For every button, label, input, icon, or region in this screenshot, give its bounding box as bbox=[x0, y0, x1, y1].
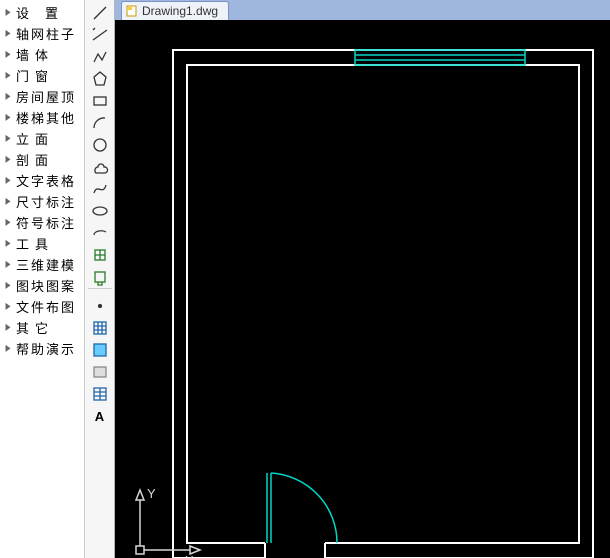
chevron-right-icon: ▸ bbox=[4, 152, 14, 167]
chevron-right-icon: ▸ bbox=[4, 320, 14, 335]
tree-item-13[interactable]: ▸图块图案 bbox=[0, 275, 84, 296]
chevron-right-icon: ▸ bbox=[4, 173, 14, 188]
dwg-file-icon bbox=[126, 5, 138, 17]
ucs-icon: Y X bbox=[136, 486, 200, 558]
tree-item-3[interactable]: ▸门窗 bbox=[0, 65, 84, 86]
line-icon[interactable] bbox=[88, 2, 112, 24]
tree-item-12[interactable]: ▸三维建模 bbox=[0, 254, 84, 275]
tree-item-label: 符号标注 bbox=[16, 213, 76, 232]
tab-label: Drawing1.dwg bbox=[142, 4, 218, 18]
tab-drawing1[interactable]: Drawing1.dwg bbox=[121, 1, 229, 20]
chevron-right-icon: ▸ bbox=[4, 299, 14, 314]
tree-item-label: 楼梯其他 bbox=[16, 108, 76, 127]
tree-item-5[interactable]: ▸楼梯其他 bbox=[0, 107, 84, 128]
tree-item-label: 立面 bbox=[16, 129, 54, 148]
chevron-right-icon: ▸ bbox=[4, 110, 14, 125]
insert-block-icon[interactable] bbox=[88, 244, 112, 266]
hatch-icon[interactable] bbox=[88, 317, 112, 339]
tree-item-label: 轴网柱子 bbox=[16, 24, 76, 43]
tree-item-15[interactable]: ▸其它 bbox=[0, 317, 84, 338]
polyline-icon[interactable] bbox=[88, 46, 112, 68]
model-viewport[interactable]: Y X bbox=[115, 20, 610, 558]
tree-item-label: 文字表格 bbox=[16, 171, 76, 190]
tree-item-label: 三维建模 bbox=[16, 255, 76, 274]
tree-item-label: 帮助演示 bbox=[16, 339, 76, 358]
xline-icon[interactable] bbox=[88, 24, 112, 46]
point-icon[interactable] bbox=[88, 295, 112, 317]
text-icon[interactable]: A bbox=[88, 405, 112, 427]
revcloud-icon[interactable] bbox=[88, 156, 112, 178]
rect-icon[interactable] bbox=[88, 90, 112, 112]
chevron-right-icon: ▸ bbox=[4, 131, 14, 146]
chevron-right-icon: ▸ bbox=[4, 341, 14, 356]
chevron-right-icon: ▸ bbox=[4, 236, 14, 251]
tree-item-9[interactable]: ▸尺寸标注 bbox=[0, 191, 84, 212]
window bbox=[355, 50, 525, 65]
tree-item-11[interactable]: ▸工具 bbox=[0, 233, 84, 254]
polygon-icon[interactable] bbox=[88, 68, 112, 90]
tree-item-6[interactable]: ▸立面 bbox=[0, 128, 84, 149]
tree-item-label: 剖面 bbox=[16, 150, 54, 169]
circle-icon[interactable] bbox=[88, 134, 112, 156]
svg-text:X: X bbox=[185, 553, 194, 558]
arc-icon[interactable] bbox=[88, 112, 112, 134]
draw-toolbar: A bbox=[85, 0, 115, 558]
chevron-right-icon: ▸ bbox=[4, 5, 14, 20]
ellipse-icon[interactable] bbox=[88, 200, 112, 222]
chevron-right-icon: ▸ bbox=[4, 89, 14, 104]
tree-item-label: 其它 bbox=[16, 318, 54, 337]
tree-item-8[interactable]: ▸文字表格 bbox=[0, 170, 84, 191]
chevron-right-icon: ▸ bbox=[4, 68, 14, 83]
category-tree: ▸设置▸轴网柱子▸墙体▸门窗▸房间屋顶▸楼梯其他▸立面▸剖面▸文字表格▸尺寸标注… bbox=[0, 0, 85, 558]
tree-item-14[interactable]: ▸文件布图 bbox=[0, 296, 84, 317]
table-icon[interactable] bbox=[88, 383, 112, 405]
tree-item-10[interactable]: ▸符号标注 bbox=[0, 212, 84, 233]
gradient-icon[interactable] bbox=[88, 339, 112, 361]
document-tab-strip: Drawing1.dwg bbox=[115, 0, 610, 21]
tree-item-label: 文件布图 bbox=[16, 297, 76, 316]
region-icon[interactable] bbox=[88, 361, 112, 383]
tree-item-0[interactable]: ▸设置 bbox=[0, 2, 84, 23]
tree-item-16[interactable]: ▸帮助演示 bbox=[0, 338, 84, 359]
toolbar-separator bbox=[88, 288, 112, 295]
tree-item-1[interactable]: ▸轴网柱子 bbox=[0, 23, 84, 44]
spline-icon[interactable] bbox=[88, 178, 112, 200]
tree-item-2[interactable]: ▸墙体 bbox=[0, 44, 84, 65]
tree-item-label: 图块图案 bbox=[16, 276, 76, 295]
tree-item-7[interactable]: ▸剖面 bbox=[0, 149, 84, 170]
tree-item-label: 尺寸标注 bbox=[16, 192, 76, 211]
chevron-right-icon: ▸ bbox=[4, 278, 14, 293]
tree-item-4[interactable]: ▸房间屋顶 bbox=[0, 86, 84, 107]
drawing-area: Drawing1.dwg bbox=[115, 0, 610, 558]
svg-text:Y: Y bbox=[147, 486, 156, 501]
tree-item-label: 工具 bbox=[16, 234, 54, 253]
tree-item-label: 设置 bbox=[16, 3, 74, 22]
ellipse-arc-icon[interactable] bbox=[88, 222, 112, 244]
chevron-right-icon: ▸ bbox=[4, 26, 14, 41]
chevron-right-icon: ▸ bbox=[4, 47, 14, 62]
tree-item-label: 墙体 bbox=[16, 45, 54, 64]
make-block-icon[interactable] bbox=[88, 266, 112, 288]
tree-item-label: 房间屋顶 bbox=[16, 87, 76, 106]
tree-item-label: 门窗 bbox=[16, 66, 54, 85]
chevron-right-icon: ▸ bbox=[4, 194, 14, 209]
chevron-right-icon: ▸ bbox=[4, 257, 14, 272]
chevron-right-icon: ▸ bbox=[4, 215, 14, 230]
